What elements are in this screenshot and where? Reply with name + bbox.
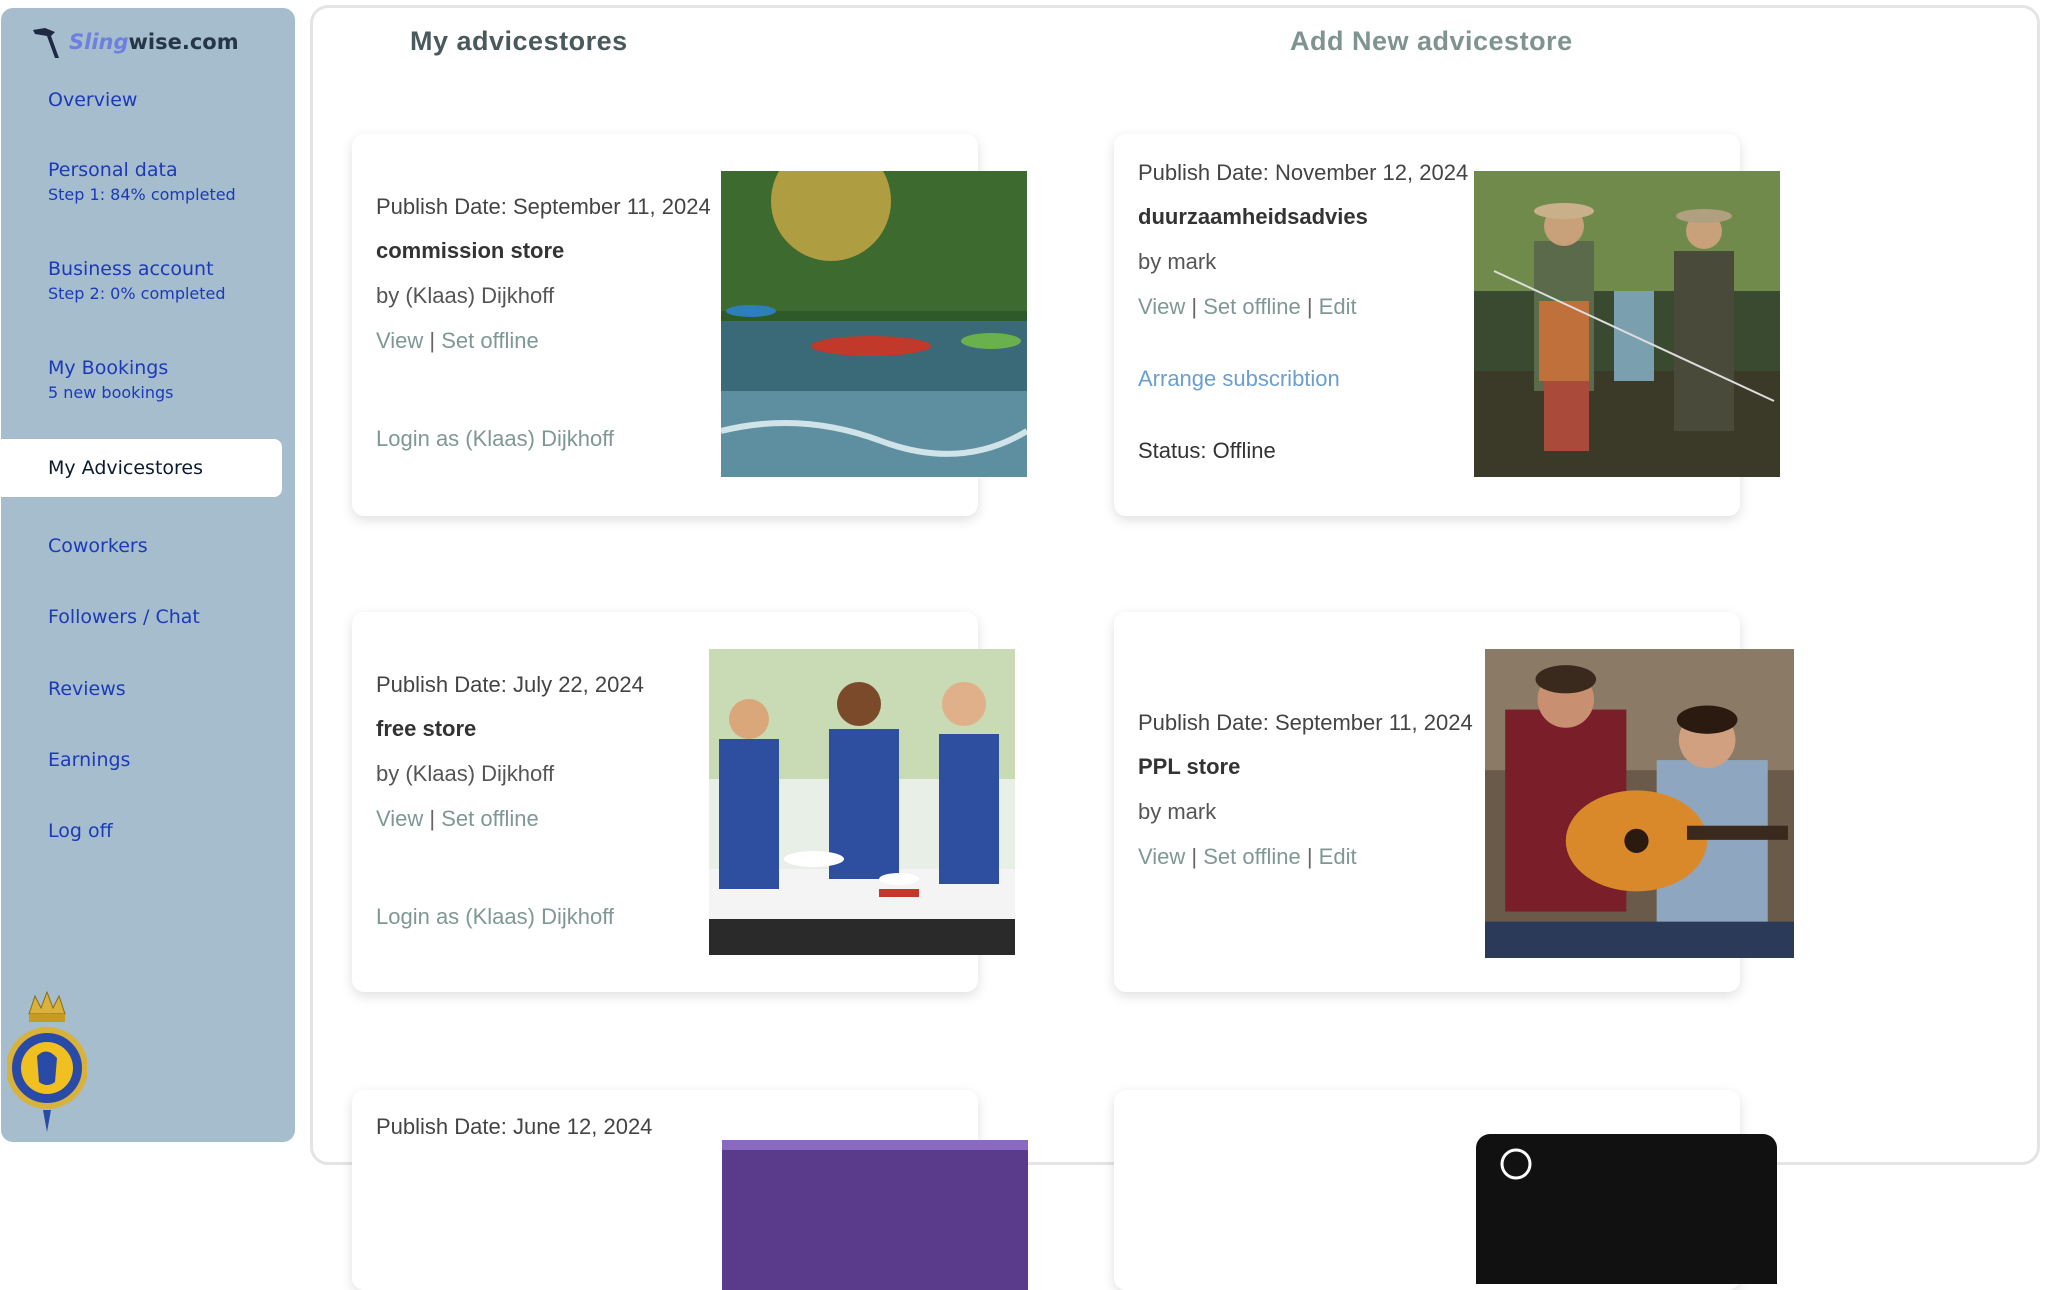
publish-date: Publish Date: September 11, 2024 xyxy=(376,194,711,219)
view-link[interactable]: View xyxy=(1138,294,1185,319)
store-author: by (Klaas) Dijkhoff xyxy=(376,283,555,308)
kayak-river-photo-icon xyxy=(721,171,1027,477)
advicestore-card: Publish Date: June 12, 2024 xyxy=(352,1090,1028,1290)
store-image[interactable] xyxy=(1485,649,1794,958)
set-offline-link[interactable]: Set offline xyxy=(1203,294,1300,319)
sidebar-item-personal-data[interactable]: Personal data Step 1: 84% completed xyxy=(1,158,282,206)
separator: | xyxy=(1300,844,1319,869)
view-link[interactable]: View xyxy=(376,328,423,353)
sidebar-item-label: Earnings xyxy=(48,749,131,771)
card-actions: View | Set offline | Edit xyxy=(1138,294,1357,320)
edit-link[interactable]: Edit xyxy=(1319,294,1357,319)
card-actions: View | Set offline xyxy=(376,806,539,832)
logo-text: Slingwise.com xyxy=(69,30,239,54)
cooking-class-photo-icon xyxy=(709,649,1015,955)
separator: | xyxy=(423,806,442,831)
separator: | xyxy=(423,328,442,353)
store-image[interactable] xyxy=(721,171,1027,477)
royal-crest-icon xyxy=(7,990,87,1132)
store-banner-photo-icon xyxy=(722,1140,1028,1290)
sidebar-item-notice: 5 new bookings xyxy=(48,383,174,402)
sidebar-item-label: Business account xyxy=(48,258,214,280)
advicestore-card: Publish Date: July 22, 2024 free store b… xyxy=(352,612,1015,992)
separator: | xyxy=(1300,294,1319,319)
fishing-river-photo-icon xyxy=(1474,171,1780,477)
store-image[interactable] xyxy=(1474,171,1780,477)
tab-my-advicestores[interactable]: My advicestores xyxy=(410,26,710,57)
sidebar-item-business-account[interactable]: Business account Step 2: 0% completed xyxy=(1,257,282,305)
sidebar-item-label: Personal data xyxy=(48,159,178,181)
store-image[interactable] xyxy=(722,1140,1028,1290)
store-image[interactable] xyxy=(709,649,1015,955)
store-image[interactable] xyxy=(1476,1134,1777,1284)
sidebar-item-label: Followers / Chat xyxy=(48,606,200,628)
store-title: duurzaamheidsadvies xyxy=(1138,204,1368,229)
separator: | xyxy=(1185,294,1204,319)
separator: | xyxy=(1185,844,1204,869)
dark-banner-photo-icon xyxy=(1476,1134,1777,1284)
sidebar-item-my-bookings[interactable]: My Bookings 5 new bookings xyxy=(1,356,282,404)
sidebar-item-label: Overview xyxy=(48,89,138,111)
sidebar-item-label: Reviews xyxy=(48,678,126,700)
set-offline-link[interactable]: Set offline xyxy=(1203,844,1300,869)
store-author: by mark xyxy=(1138,799,1217,824)
publish-date: Publish Date: November 12, 2024 xyxy=(1138,160,1469,185)
store-author: by mark xyxy=(1138,249,1217,274)
sidebar-item-label: My Advicestores xyxy=(48,457,204,479)
login-as-link[interactable]: Login as (Klaas) Dijkhoff xyxy=(376,426,614,452)
set-offline-link[interactable]: Set offline xyxy=(441,328,538,353)
publish-date: Publish Date: September 11, 2024 xyxy=(1138,710,1473,735)
sidebar-item-my-advicestores[interactable]: My Advicestores xyxy=(1,439,282,497)
tab-add-new-advicestore[interactable]: Add New advicestore xyxy=(1290,26,1610,57)
sidebar-item-coworkers[interactable]: Coworkers xyxy=(1,534,282,558)
sidebar-item-reviews[interactable]: Reviews xyxy=(1,677,282,701)
store-author: by (Klaas) Dijkhoff xyxy=(376,761,555,786)
sidebar-item-followers-chat[interactable]: Followers / Chat xyxy=(1,605,282,629)
sidebar-item-overview[interactable]: Overview xyxy=(1,88,282,112)
advicestore-card: Publish Date: September 11, 2024 PPL sto… xyxy=(1114,612,1794,992)
sidebar-item-earnings[interactable]: Earnings xyxy=(1,748,282,772)
advicestore-card: Publish Date: November 12, 2024 duurzaam… xyxy=(1114,134,1780,516)
login-as-link[interactable]: Login as (Klaas) Dijkhoff xyxy=(376,904,614,930)
guitar-lesson-photo-icon xyxy=(1485,649,1794,958)
sidebar-item-progress: Step 2: 0% completed xyxy=(48,284,226,303)
sidebar: Slingwise.com Overview Personal data Ste… xyxy=(1,8,295,1142)
sidebar-item-label: Coworkers xyxy=(48,535,148,557)
publish-date: Publish Date: June 12, 2024 xyxy=(376,1114,653,1139)
store-status: Status: Offline xyxy=(1138,438,1276,463)
publish-date: Publish Date: July 22, 2024 xyxy=(376,672,644,697)
view-link[interactable]: View xyxy=(1138,844,1185,869)
arrange-subscription-link[interactable]: Arrange subscribtion xyxy=(1138,366,1340,392)
sidebar-item-progress: Step 1: 84% completed xyxy=(48,185,236,204)
set-offline-link[interactable]: Set offline xyxy=(441,806,538,831)
slingwise-logo[interactable]: Slingwise.com xyxy=(31,24,239,60)
card-actions: View | Set offline xyxy=(376,328,539,354)
sidebar-item-label: My Bookings xyxy=(48,357,169,379)
sidebar-item-label: Log off xyxy=(48,820,113,842)
store-title: free store xyxy=(376,716,477,741)
advicestore-card: Publish Date: September 11, 2024 commiss… xyxy=(352,134,1027,516)
store-title: PPL store xyxy=(1138,754,1241,779)
advicestore-card xyxy=(1114,1090,1777,1290)
store-title: commission store xyxy=(376,238,565,263)
card-actions: View | Set offline | Edit xyxy=(1138,844,1357,870)
view-link[interactable]: View xyxy=(376,806,423,831)
sidebar-item-log-off[interactable]: Log off xyxy=(1,819,282,843)
sling-logo-icon xyxy=(33,28,59,58)
edit-link[interactable]: Edit xyxy=(1319,844,1357,869)
